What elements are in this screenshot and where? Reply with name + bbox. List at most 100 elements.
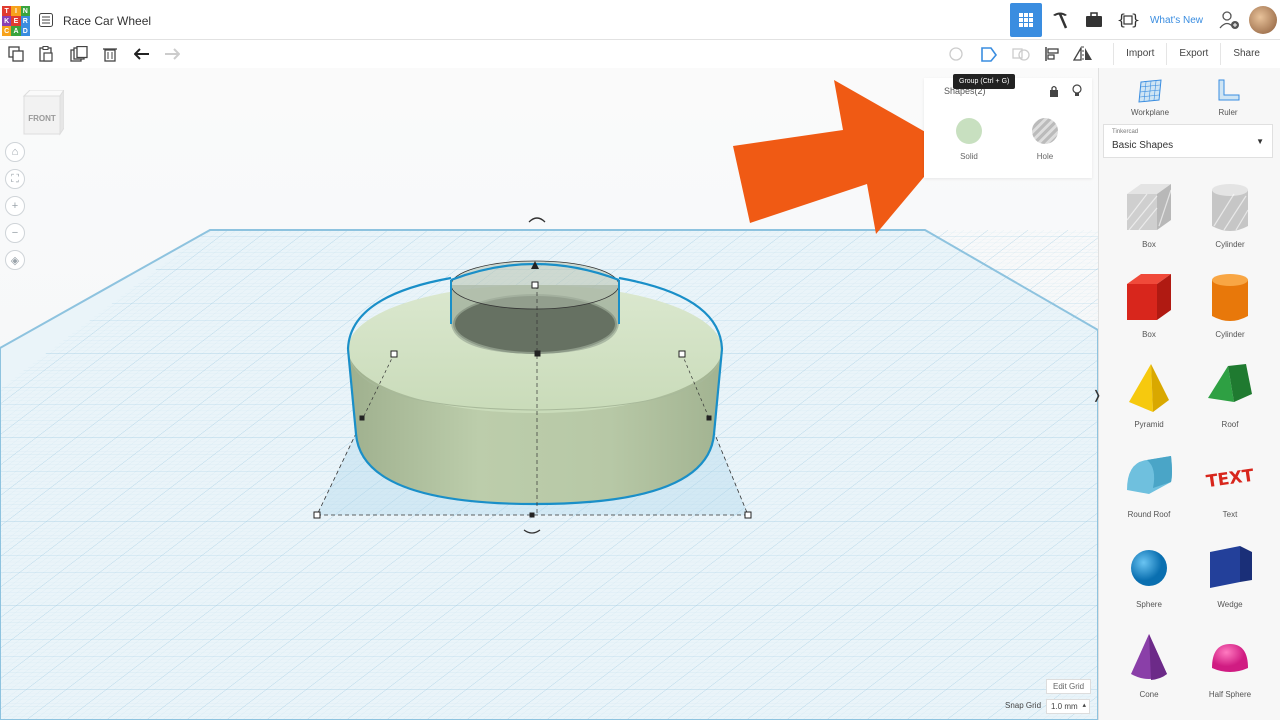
solid-option[interactable]: Solid [949, 118, 989, 161]
rotate-top-handle[interactable] [528, 217, 546, 223]
blocks-pickaxe-button[interactable] [1044, 4, 1076, 36]
design-list-icon[interactable] [39, 13, 53, 27]
home-view-button[interactable]: ⌂ [5, 142, 25, 162]
edit-toolbar: Import Export Share [0, 40, 1280, 68]
solid-swatch [956, 118, 982, 144]
copy-button[interactable] [8, 46, 24, 62]
import-button[interactable]: Import [1113, 43, 1166, 65]
redo-icon [165, 48, 181, 60]
pickaxe-icon [1052, 12, 1068, 29]
notes-button[interactable] [948, 46, 964, 62]
hole-option[interactable]: Hole [1025, 118, 1065, 161]
chevron-down-icon: ▼ [1256, 137, 1264, 146]
delete-button[interactable] [102, 46, 118, 62]
sphere-icon [1131, 550, 1167, 586]
zoom-out-button[interactable]: − [5, 223, 25, 243]
paste-icon [39, 46, 53, 62]
fit-view-button[interactable]: ⛶ [5, 169, 25, 189]
snap-grid-label: Snap Grid [1005, 701, 1042, 710]
ruler-icon [1218, 79, 1240, 101]
top-bar: T I N K E R C A D Race Car Wheel {} [0, 0, 1280, 40]
zoom-in-button[interactable]: + [5, 196, 25, 216]
workplane-icon [1138, 79, 1162, 103]
shape-box-hole[interactable]: Box [1117, 180, 1181, 249]
hole-swatch [1032, 118, 1058, 144]
lock-icon[interactable] [1049, 85, 1059, 97]
logo-letter: D [20, 26, 30, 36]
shape-round-roof[interactable]: Round Roof [1117, 450, 1181, 519]
logo-letter: N [20, 6, 30, 16]
text-shape-glyphs: TEXT [1205, 466, 1256, 493]
shape-label: Round Roof [1127, 510, 1171, 519]
group-icon [981, 47, 998, 62]
view-cube[interactable]: FRONT [20, 88, 65, 136]
ruler-tool[interactable]: Ruler [1193, 78, 1263, 117]
design-title[interactable]: Race Car Wheel [63, 14, 151, 28]
codeblocks-button[interactable]: {} [1112, 4, 1144, 36]
ruler-label: Ruler [1218, 108, 1238, 117]
shape-inspector: Shapes(2) Solid Hole [924, 78, 1092, 178]
avatar[interactable] [1249, 6, 1277, 34]
round-roof-icon [1127, 456, 1172, 494]
undo-button[interactable] [133, 46, 150, 62]
align-button[interactable] [1044, 46, 1060, 62]
redo-button[interactable] [164, 46, 181, 62]
paste-button[interactable] [38, 46, 54, 62]
3d-design-view-button[interactable] [1009, 3, 1042, 37]
tinkercad-app: T I N K E R C A D Race Car Wheel {} [0, 0, 1280, 720]
workplane-tool[interactable]: Workplane [1115, 78, 1185, 117]
shapes-panel: Workplane Ruler Tinkercad Basic Shapes ▼… [1098, 68, 1280, 720]
shape-box[interactable]: Box [1117, 270, 1181, 339]
shape-library-select[interactable]: Tinkercad Basic Shapes ▼ [1103, 124, 1273, 158]
shape-label: Cylinder [1215, 240, 1245, 249]
snap-grid-select[interactable]: 1.0 mm ▴ [1046, 699, 1090, 714]
shape-sphere[interactable]: Sphere [1117, 540, 1181, 609]
bulb-icon[interactable] [1072, 84, 1082, 98]
perspective-button[interactable]: ◈ [5, 250, 25, 270]
shape-text[interactable]: TEXT Text [1198, 450, 1262, 519]
group-button[interactable] [980, 46, 998, 62]
code-blocks-icon: {} [1117, 11, 1139, 29]
shape-pyramid[interactable]: Pyramid [1117, 360, 1181, 429]
export-button[interactable]: Export [1166, 43, 1220, 65]
duplicate-icon [70, 45, 88, 62]
shape-label: Wedge [1217, 600, 1243, 609]
shape-wedge[interactable]: Wedge [1198, 540, 1262, 609]
panel-collapse-icon[interactable]: ❭ [1092, 388, 1102, 402]
edit-grid-button[interactable]: Edit Grid [1046, 679, 1092, 694]
shape-cylinder-hole[interactable]: Cylinder [1198, 180, 1262, 249]
cylinder-icon [1212, 274, 1248, 321]
shape-cylinder[interactable]: Cylinder [1198, 270, 1262, 339]
tinkercad-logo[interactable]: T I N K E R C A D [2, 6, 30, 36]
logo-letter: C [2, 26, 12, 36]
grid-view-icon [1018, 13, 1033, 27]
shape-label: Cylinder [1215, 330, 1245, 339]
logo-letter: I [11, 6, 21, 16]
duplicate-button[interactable] [70, 45, 88, 62]
wedge-icon [1210, 546, 1252, 588]
lessons-button[interactable] [1078, 4, 1110, 36]
shape-roof[interactable]: Roof [1198, 360, 1262, 429]
pyramid-icon [1129, 364, 1169, 412]
shape-half-sphere[interactable]: Half Sphere [1198, 630, 1262, 699]
cone-icon [1131, 634, 1167, 680]
logo-letter: K [2, 16, 12, 26]
shape-label: Text [1222, 510, 1238, 519]
shape-cone[interactable]: Cone [1117, 630, 1181, 699]
text-icon: TEXT [1205, 466, 1256, 493]
plus-icon: + [11, 200, 19, 212]
library-provider: Tinkercad [1112, 129, 1139, 135]
mirror-button[interactable] [1072, 45, 1093, 62]
logo-letter: R [20, 16, 30, 26]
ungroup-icon [1012, 48, 1030, 61]
add-user-button[interactable] [1213, 4, 1245, 36]
workplane-label: Workplane [1130, 108, 1170, 117]
file-actions: Import Export Share [1113, 43, 1272, 65]
logo-letter: T [2, 6, 12, 16]
share-button[interactable]: Share [1220, 43, 1272, 65]
ungroup-button[interactable] [1012, 46, 1030, 62]
logo-letter: A [11, 26, 21, 36]
undo-icon [133, 48, 149, 60]
whats-new-link[interactable]: What's New [1150, 15, 1203, 26]
orange-arrow-annotation [733, 80, 950, 234]
